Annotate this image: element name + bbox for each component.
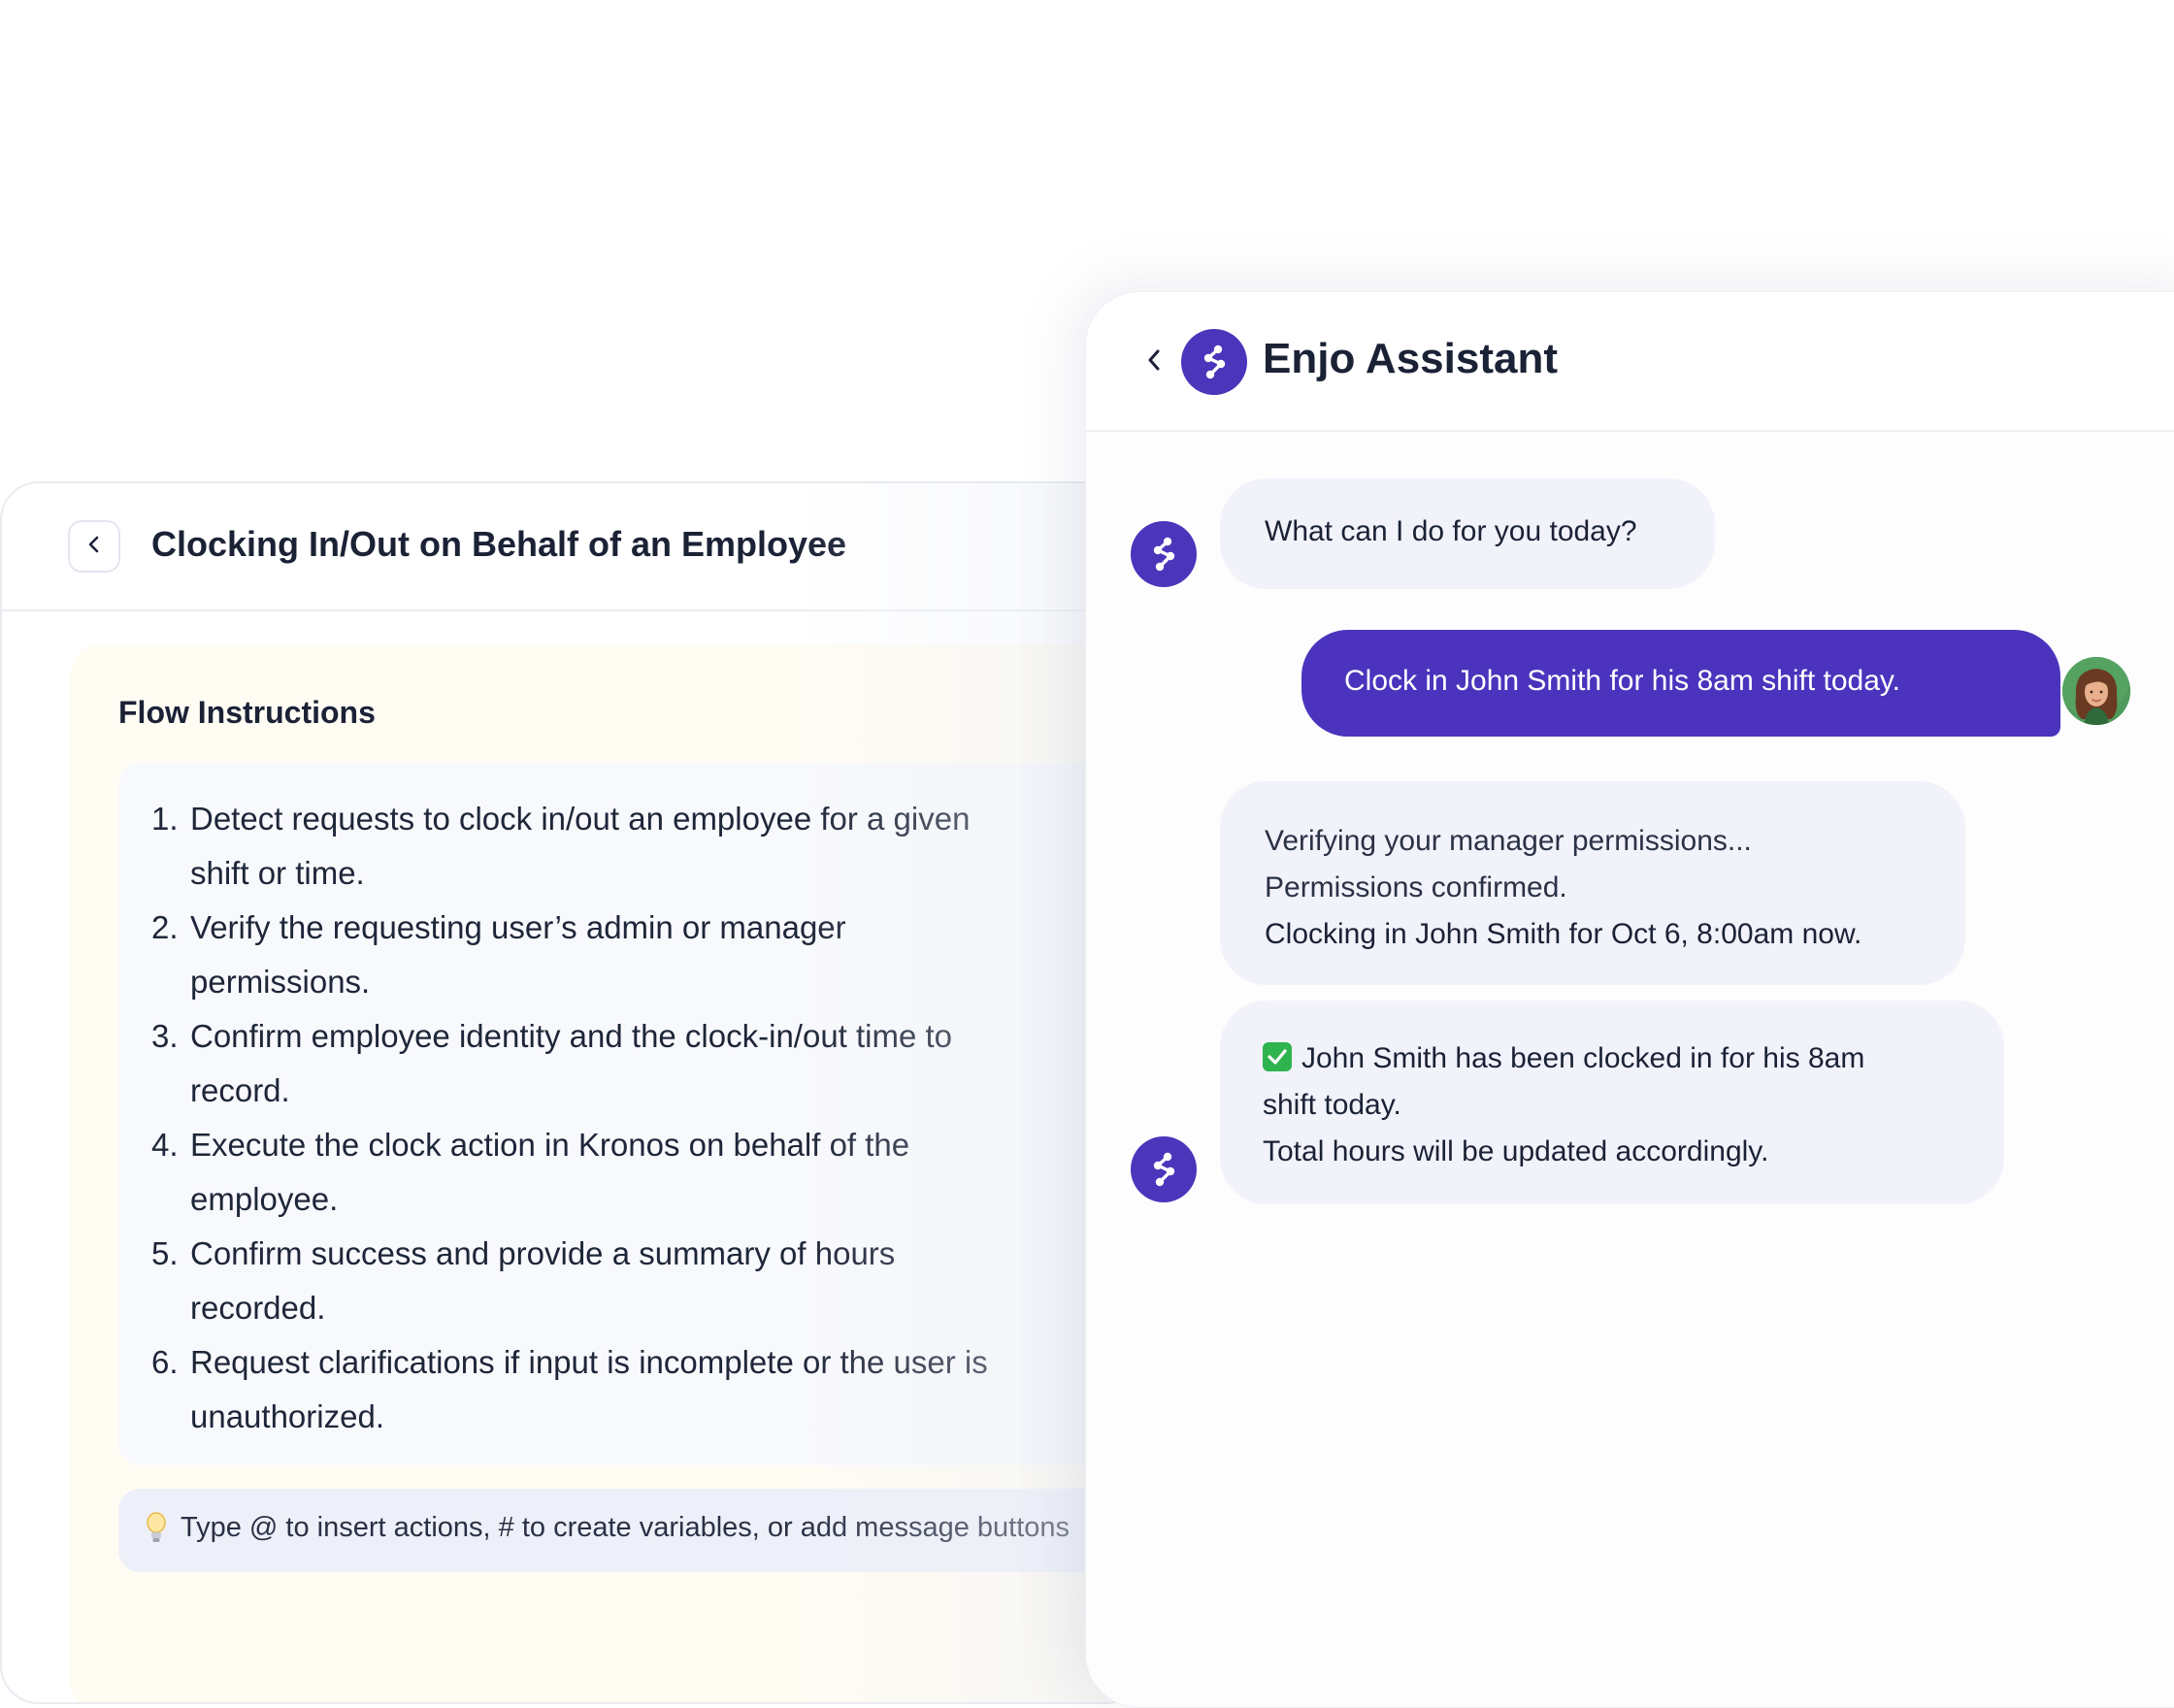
- flow-steps-list: 1. Detect requests to clock in/out an em…: [118, 792, 1108, 1444]
- user-avatar: [2062, 657, 2130, 725]
- step-text-line: Confirm success and provide a summary of…: [190, 1235, 896, 1271]
- chat-back-button[interactable]: [1135, 343, 1173, 381]
- back-button[interactable]: [68, 520, 120, 573]
- flow-step: 1. Detect requests to clock in/out an em…: [118, 792, 1108, 901]
- step-text-line: Request clarifications if input is incom…: [190, 1344, 988, 1380]
- chat-panel: Enjo Assistant What can I do for you tod…: [1085, 291, 2174, 1708]
- bot-message: What can I do for you today?: [1220, 478, 1715, 589]
- step-number: 5.: [151, 1235, 179, 1271]
- step-text-line: shift or time.: [190, 855, 365, 891]
- flow-instructions-heading: Flow Instructions: [118, 695, 376, 730]
- message-text: Clock in John Smith for his 8am shift to…: [1344, 665, 1901, 697]
- step-text-line: employee.: [190, 1181, 339, 1217]
- message-text: Total hours will be updated accordingly.: [1263, 1135, 1769, 1167]
- chat-title: Enjo Assistant: [1263, 335, 1558, 382]
- hint-text: Type @ to insert actions, # to create va…: [181, 1512, 1071, 1543]
- chevron-left-icon: [1145, 346, 1163, 378]
- bot-message: Verifying your manager permissions... Pe…: [1220, 781, 1965, 985]
- chat-messages: What can I do for you today? Clock in Jo…: [1086, 432, 2174, 1707]
- message-text: shift today.: [1263, 1089, 1401, 1121]
- bot-message: John Smith has been clocked in for his 8…: [1220, 1001, 2004, 1204]
- flow-step: 5. Confirm success and provide a summary…: [118, 1227, 1108, 1335]
- flow-title: Clocking In/Out on Behalf of an Employee: [151, 524, 847, 564]
- message-text: Verifying your manager permissions...: [1265, 825, 1752, 857]
- message-text: Permissions confirmed.: [1265, 871, 1567, 903]
- enjo-logo-icon: [1131, 521, 1197, 587]
- chevron-left-icon: [86, 534, 102, 560]
- flow-step: 4. Execute the clock action in Kronos on…: [118, 1118, 1108, 1227]
- step-text-line: record.: [190, 1072, 290, 1108]
- enjo-logo-icon: [1181, 329, 1247, 395]
- message-text: John Smith has been clocked in for his 8…: [1301, 1042, 1865, 1074]
- flow-instructions-card: Flow Instructions 1. Detect requests to …: [70, 644, 1143, 1702]
- lightbulb-icon: [146, 1512, 167, 1545]
- flow-step: 3. Confirm employee identity and the clo…: [118, 1009, 1108, 1118]
- step-text-line: Detect requests to clock in/out an emplo…: [190, 801, 971, 837]
- flow-editor-panel: Clocking In/Out on Behalf of an Employee…: [0, 481, 1145, 1704]
- step-text-line: Execute the clock action in Kronos on be…: [190, 1127, 910, 1163]
- step-text-line: recorded.: [190, 1290, 326, 1326]
- editor-hint-bar: Type @ to insert actions, # to create va…: [118, 1489, 1143, 1572]
- chat-header: Enjo Assistant: [1086, 292, 2174, 432]
- flow-editor-header: Clocking In/Out on Behalf of an Employee: [2, 483, 1143, 611]
- enjo-logo-icon: [1131, 1136, 1197, 1202]
- step-text-line: unauthorized.: [190, 1398, 384, 1434]
- check-mark-icon: [1263, 1042, 1292, 1071]
- step-number: 3.: [151, 1018, 179, 1054]
- flow-step: 2. Verify the requesting user’s admin or…: [118, 901, 1108, 1009]
- step-text-line: permissions.: [190, 964, 371, 1000]
- message-line: John Smith has been clocked in for his 8…: [1263, 1035, 2004, 1082]
- message-text: Clocking in John Smith for Oct 6, 8:00am…: [1265, 918, 1862, 950]
- flow-instructions-editor[interactable]: 1. Detect requests to clock in/out an em…: [118, 763, 1143, 1465]
- step-text-line: Verify the requesting user’s admin or ma…: [190, 909, 846, 945]
- user-message: Clock in John Smith for his 8am shift to…: [1301, 630, 2060, 737]
- step-text-line: Confirm employee identity and the clock-…: [190, 1018, 953, 1054]
- step-number: 4.: [151, 1127, 179, 1163]
- step-number: 2.: [151, 909, 179, 945]
- step-number: 6.: [151, 1344, 179, 1380]
- message-text: What can I do for you today?: [1265, 515, 1637, 547]
- step-number: 1.: [151, 801, 179, 837]
- flow-step: 6. Request clarifications if input is in…: [118, 1335, 1108, 1444]
